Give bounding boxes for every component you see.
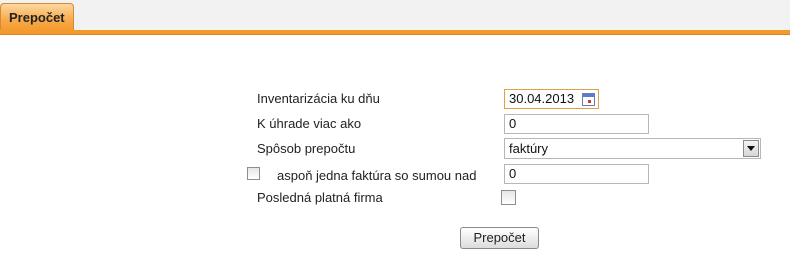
at-least-one-invoice-value: 0 [509,166,517,181]
calendar-icon[interactable] [582,93,595,106]
at-least-one-invoice-input[interactable]: 0 [504,164,649,184]
method-selected-value: faktúry [509,141,549,156]
inventory-date-value: 30.04.2013 [509,91,575,106]
payment-more-than-label: K úhrade viac ako [257,116,362,131]
tab-prepocet[interactable]: Prepočet [0,3,74,31]
last-valid-company-label: Posledná platná firma [257,190,383,205]
at-least-one-invoice-label: aspoň jedna faktúra so sumou nad [277,168,477,183]
at-least-one-invoice-checkbox[interactable] [247,167,260,180]
payment-more-than-input[interactable]: 0 [504,114,649,134]
chevron-down-icon[interactable] [743,140,759,157]
method-label: Spôsob prepočtu [257,141,356,156]
recalculate-button[interactable]: Prepočet [460,227,539,249]
payment-more-than-value: 0 [509,116,517,131]
method-select[interactable]: faktúry [504,138,761,159]
page: Prepočet Inventarizácia ku dňu 30.04.201… [0,0,790,279]
last-valid-company-checkbox[interactable] [501,190,516,205]
inventory-date-label: Inventarizácia ku dňu [257,91,380,106]
